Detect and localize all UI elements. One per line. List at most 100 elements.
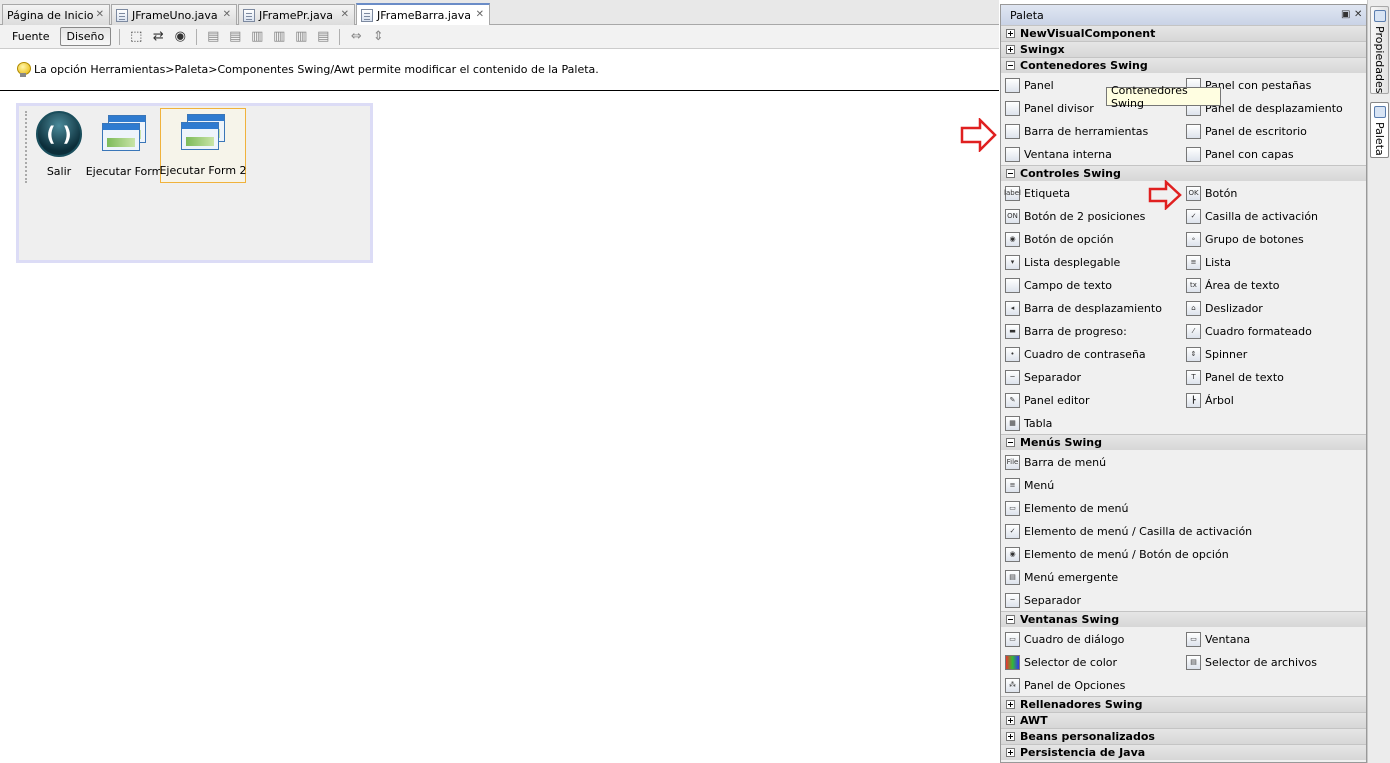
- source-view-button[interactable]: Fuente: [5, 27, 57, 46]
- palette-item-lista[interactable]: ≡ Lista: [1186, 252, 1231, 272]
- palette-item-panel-divisor[interactable]: Panel divisor: [1005, 98, 1094, 118]
- palette-item-cuadro-de-dialogo[interactable]: ▭ Cuadro de diálogo: [1005, 629, 1124, 649]
- category-label: Ventanas Swing: [1020, 613, 1120, 626]
- selection-mode-icon[interactable]: ⬚: [128, 29, 144, 45]
- palette-item-barra-de-menu[interactable]: File Barra de menú: [1005, 452, 1106, 472]
- palette-icon: [1373, 106, 1386, 118]
- palette-item-elemento-de-menu[interactable]: ▭ Elemento de menú: [1005, 498, 1128, 518]
- side-tab-label: Paleta: [1373, 122, 1386, 156]
- side-tab-propiedades[interactable]: Propiedades: [1370, 6, 1389, 94]
- design-form-toolbar[interactable]: ( ) Salir Ejecutar Form Ejecutar Form 2: [16, 103, 373, 263]
- toolbar-grip-handle[interactable]: [25, 111, 27, 183]
- close-icon[interactable]: ✕: [341, 9, 349, 20]
- palette-item-panel-de-escritorio[interactable]: Panel de escritorio: [1186, 121, 1307, 141]
- close-icon[interactable]: ✕: [476, 9, 484, 20]
- expand-icon[interactable]: [1006, 29, 1015, 38]
- close-icon[interactable]: ✕: [223, 9, 231, 20]
- palette-item-grupo-de-botones[interactable]: ∘ Grupo de botones: [1186, 229, 1304, 249]
- palette-item-tabla[interactable]: ▦ Tabla: [1005, 413, 1052, 433]
- palette-item-menu[interactable]: ≡ Menú: [1005, 475, 1054, 495]
- palette-item-menu-separador[interactable]: ─ Separador: [1005, 590, 1081, 610]
- palette-item-menu-casilla[interactable]: ✓ Elemento de menú / Casilla de activació…: [1005, 521, 1252, 541]
- resize-vertical-icon[interactable]: ⇕: [370, 29, 386, 45]
- palette-item-ventana-interna[interactable]: Ventana interna: [1005, 144, 1112, 164]
- palette-item-ventana[interactable]: ▭ Ventana: [1186, 629, 1250, 649]
- category-label: Controles Swing: [1020, 167, 1121, 180]
- category-controles-swing[interactable]: Controles Swing: [1001, 165, 1366, 181]
- palette-item-lista-desplegable[interactable]: ▾ Lista desplegable: [1005, 252, 1120, 272]
- expand-icon[interactable]: [1006, 732, 1015, 741]
- resize-horizontal-icon[interactable]: ⇔: [348, 29, 364, 45]
- palette-item-selector-de-archivos[interactable]: ▤ Selector de archivos: [1186, 652, 1317, 672]
- category-rellenadores-swing[interactable]: Rellenadores Swing: [1001, 696, 1366, 712]
- collapse-icon[interactable]: [1006, 61, 1015, 70]
- category-contenedores-swing[interactable]: Contenedores Swing: [1001, 57, 1366, 73]
- editor-tab-bar: Página de Inicio ✕ JFrameUno.java ✕ JFra…: [0, 0, 999, 25]
- palette-item-cuadro-de-contrasena[interactable]: • Cuadro de contraseña: [1005, 344, 1146, 364]
- palette-item-menu-emergente[interactable]: ▤ Menú emergente: [1005, 567, 1118, 587]
- tab-jframebarra[interactable]: JFrameBarra.java ✕: [356, 3, 490, 25]
- category-awt[interactable]: AWT: [1001, 712, 1366, 728]
- category-swingx[interactable]: Swingx: [1001, 41, 1366, 57]
- ejecutar-form-button[interactable]: Ejecutar Form: [86, 108, 162, 183]
- align-right-icon[interactable]: ▤: [227, 29, 243, 45]
- palette-item-panel-con-capas[interactable]: Panel con capas: [1186, 144, 1294, 164]
- palette-item-barra-de-herramientas[interactable]: Barra de herramientas: [1005, 121, 1148, 141]
- center-vertically-icon[interactable]: ▤: [315, 29, 331, 45]
- design-view-button[interactable]: Diseño: [59, 27, 112, 46]
- collapse-icon[interactable]: [1006, 438, 1015, 447]
- palette-item-barra-de-desplazamiento[interactable]: ◂ Barra de desplazamiento: [1005, 298, 1162, 318]
- align-left-icon[interactable]: ▤: [205, 29, 221, 45]
- salir-button[interactable]: ( ) Salir: [33, 108, 85, 183]
- align-top-icon[interactable]: ▥: [271, 29, 287, 45]
- tab-jframepr[interactable]: JFramePr.java ✕: [238, 4, 355, 25]
- lightbulb-icon: [17, 62, 31, 77]
- palette-item-panel[interactable]: Panel: [1005, 75, 1054, 95]
- close-icon[interactable]: ✕: [1354, 9, 1362, 20]
- palette-item-separador[interactable]: ─ Separador: [1005, 367, 1081, 387]
- palette-item-boton[interactable]: OK Botón: [1186, 183, 1237, 203]
- align-bottom-icon[interactable]: ▥: [293, 29, 309, 45]
- window-icon: [179, 114, 227, 154]
- palette-item-deslizador[interactable]: ⌂ Deslizador: [1186, 298, 1263, 318]
- ejecutar-form-2-button[interactable]: Ejecutar Form 2: [159, 108, 247, 183]
- expand-icon[interactable]: [1006, 748, 1015, 757]
- connection-mode-icon[interactable]: ⇄: [150, 29, 166, 45]
- palette-item-boton-de-opcion[interactable]: ◉ Botón de opción: [1005, 229, 1114, 249]
- tab-label: JFrameBarra.java: [377, 8, 471, 22]
- palette-item-etiqueta[interactable]: label Etiqueta: [1004, 183, 1070, 203]
- palette-item-campo-de-texto[interactable]: Campo de texto: [1005, 275, 1112, 295]
- preview-design-icon[interactable]: ◉: [172, 29, 188, 45]
- category-beans-personalizados[interactable]: Beans personalizados: [1001, 728, 1366, 744]
- expand-icon[interactable]: [1006, 700, 1015, 709]
- palette-item-panel-editor[interactable]: ✎ Panel editor: [1005, 390, 1090, 410]
- palette-item-cuadro-formateado[interactable]: ⁄ Cuadro formateado: [1186, 321, 1312, 341]
- item-label: Panel divisor: [1024, 101, 1094, 115]
- category-menus-swing[interactable]: Menús Swing: [1001, 434, 1366, 450]
- category-newvisualcomponent[interactable]: NewVisualComponent: [1001, 25, 1366, 41]
- palette-item-boton-2-posiciones[interactable]: ON Botón de 2 posiciones: [1005, 206, 1145, 226]
- minimize-icon[interactable]: ▣: [1341, 9, 1350, 20]
- expand-icon[interactable]: [1006, 716, 1015, 725]
- palette-item-area-de-texto[interactable]: tx Área de texto: [1186, 275, 1280, 295]
- tab-pagina-de-inicio[interactable]: Página de Inicio ✕: [2, 4, 110, 25]
- item-label: Separador: [1024, 593, 1081, 607]
- category-ventanas-swing[interactable]: Ventanas Swing: [1001, 611, 1366, 627]
- palette-item-selector-de-color[interactable]: Selector de color: [1005, 652, 1117, 672]
- category-persistencia-de-java[interactable]: Persistencia de Java: [1001, 744, 1366, 760]
- palette-item-panel-de-texto[interactable]: T Panel de texto: [1186, 367, 1284, 387]
- palette-item-spinner[interactable]: ⇕ Spinner: [1186, 344, 1247, 364]
- expand-icon[interactable]: [1006, 45, 1015, 54]
- palette-item-barra-de-progreso[interactable]: ▬ Barra de progreso:: [1005, 321, 1127, 341]
- side-tab-paleta[interactable]: Paleta: [1370, 102, 1389, 158]
- tab-label: JFramePr.java: [259, 8, 334, 22]
- collapse-icon[interactable]: [1006, 169, 1015, 178]
- palette-item-casilla-de-activacion[interactable]: ✓ Casilla de activación: [1186, 206, 1318, 226]
- palette-item-arbol[interactable]: ┣ Árbol: [1186, 390, 1234, 410]
- palette-item-menu-boton-opcion[interactable]: ◉ Elemento de menú / Botón de opción: [1005, 544, 1229, 564]
- palette-item-panel-de-opciones[interactable]: ⁂ Panel de Opciones: [1005, 675, 1125, 695]
- tab-jframeuno[interactable]: JFrameUno.java ✕: [111, 4, 237, 25]
- center-horizontally-icon[interactable]: ▥: [249, 29, 265, 45]
- collapse-icon[interactable]: [1006, 615, 1015, 624]
- close-icon[interactable]: ✕: [96, 9, 104, 20]
